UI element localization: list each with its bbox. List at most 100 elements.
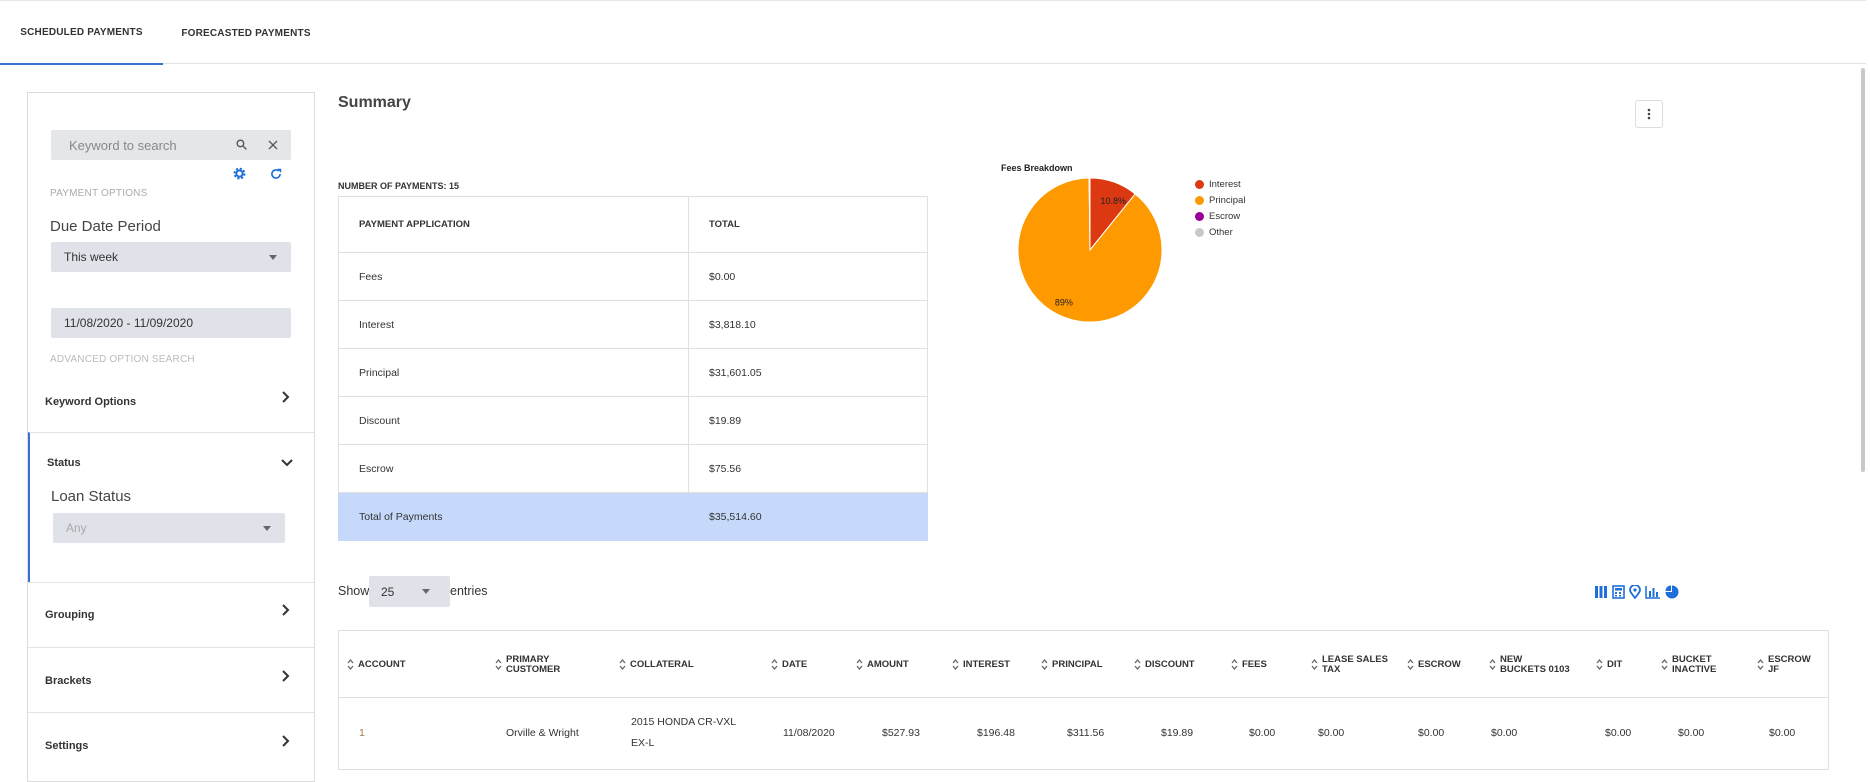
column-header-bucket-inactive[interactable]: BUCKET INACTIVE — [1661, 631, 1732, 698]
search-icon[interactable] — [235, 138, 248, 151]
bar-chart-icon[interactable] — [1645, 585, 1661, 599]
column-header-collateral[interactable]: COLLATERAL — [619, 631, 694, 698]
column-header-discount[interactable]: DISCOUNT — [1134, 631, 1195, 698]
section-brackets[interactable]: Brackets — [28, 647, 314, 712]
column-header-escrow-jf[interactable]: ESCROW JF — [1757, 631, 1818, 698]
sort-icon — [347, 659, 354, 670]
table-cell: $0.00 — [1605, 727, 1632, 739]
column-header-label: FEES — [1242, 658, 1267, 670]
column-header-label: DIT — [1607, 658, 1623, 670]
loan-status-select[interactable]: Any — [53, 513, 285, 543]
entries-select[interactable]: 25 — [369, 576, 450, 607]
column-header-label: DATE — [782, 658, 808, 670]
table-cell: $196.48 — [977, 727, 1015, 739]
loan-status-label: Loan Status — [51, 488, 132, 505]
column-header-label: ACCOUNT — [358, 658, 406, 670]
section-settings[interactable]: Settings — [28, 712, 314, 782]
sort-icon — [771, 659, 778, 670]
section-status[interactable]: Status Loan Status Any — [28, 432, 314, 582]
gear-icon[interactable] — [232, 166, 247, 181]
advanced-option-label: ADVANCED OPTION SEARCH — [50, 354, 195, 365]
summary-header-row: PAYMENT APPLICATION TOTAL — [338, 196, 928, 253]
column-header-primary-customer[interactable]: PRIMARY CUSTOMER — [495, 631, 586, 698]
legend-label: Principal — [1209, 194, 1246, 206]
map-pin-icon[interactable] — [1629, 585, 1641, 599]
account-link[interactable]: 1 — [359, 723, 365, 744]
columns-icon[interactable] — [1594, 585, 1608, 599]
row-label: Escrow — [338, 444, 689, 493]
sort-icon — [1041, 659, 1048, 670]
section-title: Keyword Options — [45, 396, 137, 408]
legend-item-principal[interactable]: Principal — [1195, 192, 1245, 208]
section-keyword-options[interactable]: Keyword Options — [28, 367, 314, 432]
sort-icon — [856, 659, 863, 670]
sort-icon — [1757, 659, 1764, 670]
sort-icon — [1661, 659, 1668, 670]
legend-label: Interest — [1209, 178, 1241, 190]
table-cell: $0.00 — [1491, 727, 1518, 739]
column-header-dit[interactable]: DIT — [1596, 631, 1622, 698]
row-label: Principal — [338, 348, 689, 397]
section-title: Grouping — [45, 609, 95, 621]
table-cell: 11/08/2020 — [783, 727, 835, 739]
pie-slice-label: 10.8% — [1100, 196, 1126, 206]
legend-swatch — [1195, 195, 1204, 205]
table-cell: $0.00 — [1318, 727, 1345, 739]
summary-table: PAYMENT APPLICATION TOTAL Fees $0.00 Inte… — [338, 196, 928, 541]
summary-row: Escrow $75.56 — [338, 444, 928, 493]
legend-item-other[interactable]: Other — [1195, 224, 1245, 240]
page-scrollbar[interactable] — [1856, 64, 1870, 768]
tab-forecasted-payments[interactable]: FORECASTED PAYMENTS — [175, 1, 317, 65]
view-toolbar — [1594, 585, 1679, 599]
payments-table: ACCOUNT PRIMARY CUSTOMER COLLATERAL DATE AMO… — [338, 630, 1829, 770]
legend-item-interest[interactable]: Interest — [1195, 176, 1245, 192]
section-title: Settings — [45, 740, 89, 752]
tab-bar: SCHEDULED PAYMENTS FORECASTED PAYMENTS — [0, 0, 1866, 65]
column-header-fees[interactable]: FEES — [1231, 631, 1267, 698]
chevron-down-icon — [422, 589, 430, 594]
row-label: Discount — [338, 396, 689, 445]
column-header-amount[interactable]: AMOUNT — [856, 631, 909, 698]
calculator-icon[interactable] — [1612, 585, 1625, 599]
row-total: $31,601.05 — [688, 348, 928, 397]
section-grouping[interactable]: Grouping — [28, 582, 314, 647]
more-options-button[interactable] — [1635, 100, 1663, 128]
search-input[interactable] — [51, 130, 231, 160]
close-icon[interactable] — [267, 139, 279, 151]
column-header-principal[interactable]: PRINCIPAL — [1041, 631, 1103, 698]
column-header-label: INTEREST — [963, 658, 1010, 670]
column-header-date[interactable]: DATE — [771, 631, 807, 698]
sort-icon — [1407, 659, 1414, 670]
date-range-field[interactable]: 11/08/2020 - 11/09/2020 — [51, 308, 291, 338]
pie-chart-icon[interactable] — [1665, 585, 1679, 599]
column-header-account[interactable]: ACCOUNT — [347, 631, 406, 698]
summary-row: Principal $31,601.05 — [338, 348, 928, 397]
column-header-lease-sales-tax[interactable]: LEASE SALES TAX — [1311, 631, 1392, 698]
summary-row: Discount $19.89 — [338, 396, 928, 445]
table-header: ACCOUNT PRIMARY CUSTOMER COLLATERAL DATE AMO… — [339, 631, 1828, 698]
refresh-icon[interactable] — [269, 167, 283, 181]
row-label: Total of Payments — [338, 492, 689, 541]
chevron-right-icon — [282, 603, 290, 621]
page-title: Summary — [338, 94, 411, 111]
loan-status-value: Any — [66, 521, 87, 535]
legend-label: Escrow — [1209, 210, 1241, 222]
chevron-right-icon — [282, 734, 290, 752]
show-label: Show — [338, 584, 370, 598]
column-header-interest[interactable]: INTEREST — [952, 631, 1010, 698]
table-cell: $0.00 — [1418, 727, 1445, 739]
column-header-escrow[interactable]: ESCROW — [1407, 631, 1461, 698]
tab-scheduled-payments[interactable]: SCHEDULED PAYMENTS — [0, 1, 163, 65]
sort-icon — [495, 659, 502, 670]
legend-item-escrow[interactable]: Escrow — [1195, 208, 1245, 224]
due-date-select[interactable]: This week — [51, 242, 291, 272]
scrollbar-thumb[interactable] — [1861, 68, 1865, 472]
column-header-label: NEW BUCKETS 0103 — [1500, 653, 1570, 675]
column-header-new-buckets-0103[interactable]: NEW BUCKETS 0103 — [1489, 631, 1570, 698]
legend-swatch — [1195, 227, 1204, 237]
column-header-label: LEASE SALES TAX — [1322, 653, 1388, 675]
column-header: TOTAL — [688, 196, 928, 253]
due-date-label: Due Date Period — [50, 218, 161, 235]
table-cell: $0.00 — [1678, 727, 1705, 739]
chevron-down-icon — [263, 526, 271, 531]
